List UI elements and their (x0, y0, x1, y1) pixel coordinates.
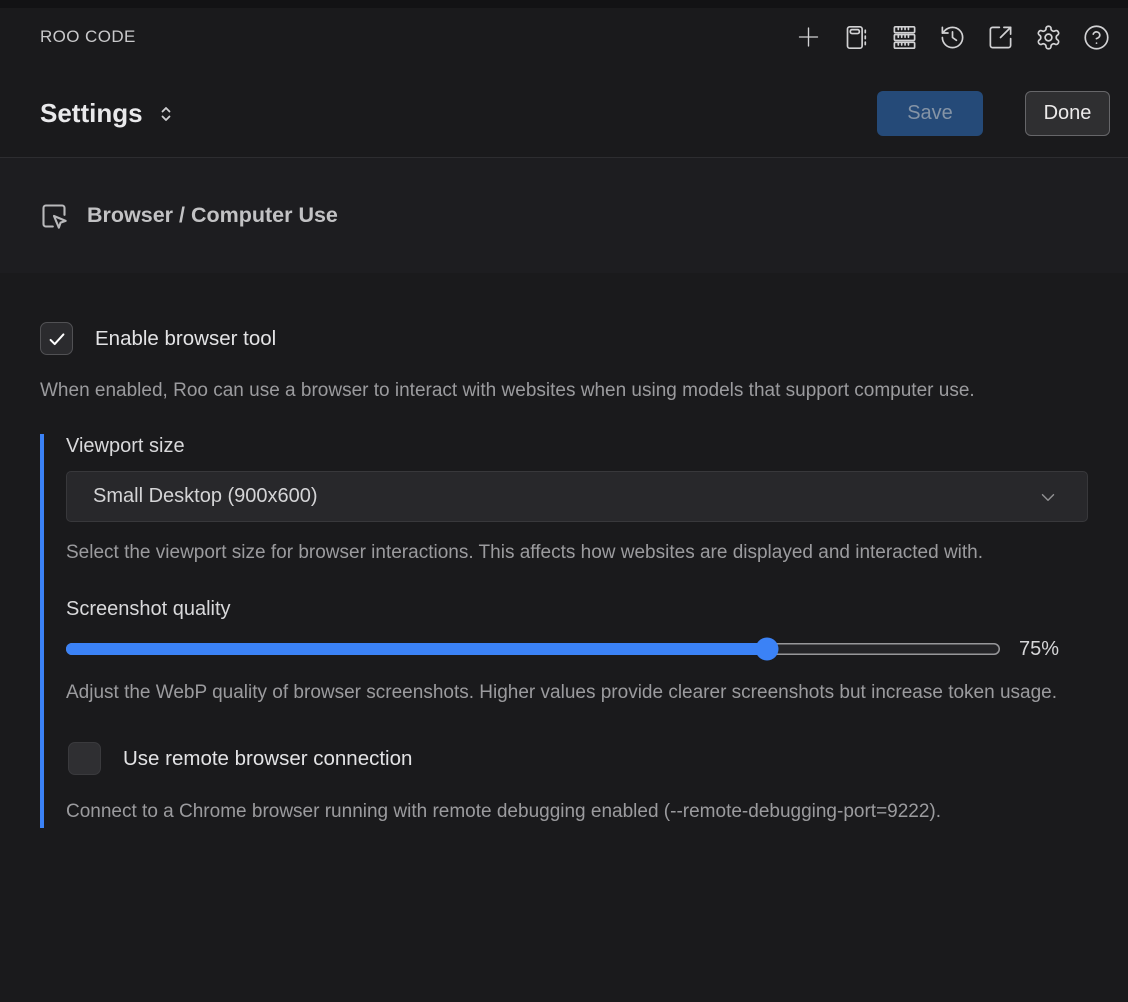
checkmark-icon (46, 328, 68, 350)
screenshot-quality-value: 75% (1019, 638, 1059, 661)
remote-browser-checkbox[interactable] (68, 742, 101, 775)
toolbar (795, 24, 1110, 51)
header: ROO CODE Se (0, 20, 1128, 136)
enable-browser-tool-label: Enable browser tool (95, 327, 276, 351)
chevron-down-icon (1037, 486, 1059, 508)
prompts-notepad-icon[interactable] (843, 24, 870, 51)
screenshot-quality-slider[interactable] (66, 643, 1000, 655)
square-mouse-pointer-icon (40, 202, 68, 230)
screenshot-quality-slider-row: 75% (66, 637, 1088, 661)
screenshot-quality-label: Screenshot quality (66, 597, 1088, 621)
save-button[interactable]: Save (877, 91, 983, 136)
viewport-size-label: Viewport size (66, 434, 1088, 458)
settings-content: Enable browser tool When enabled, Roo ca… (0, 322, 1128, 828)
section-header: Browser / Computer Use (0, 158, 1128, 273)
remote-browser-row: Use remote browser connection (66, 742, 1088, 775)
app-title: ROO CODE (40, 27, 136, 47)
viewport-size-select[interactable]: Small Desktop (900x600) (66, 471, 1088, 522)
open-in-editor-external-link-icon[interactable] (987, 24, 1014, 51)
mcp-servers-icon[interactable] (891, 24, 918, 51)
enable-browser-tool-row: Enable browser tool (40, 322, 1088, 355)
window-top-edge (0, 0, 1128, 8)
section-title: Browser / Computer Use (87, 203, 338, 228)
browser-options-subsection: Viewport size Small Desktop (900x600) Se… (40, 434, 1088, 828)
slider-fill (66, 643, 767, 655)
new-task-icon[interactable] (795, 24, 822, 51)
help-question-circle-icon[interactable] (1083, 24, 1110, 51)
remote-browser-label: Use remote browser connection (123, 747, 412, 771)
remote-browser-description: Connect to a Chrome browser running with… (66, 795, 1006, 828)
settings-gear-icon[interactable] (1035, 24, 1062, 51)
viewport-size-value: Small Desktop (900x600) (93, 485, 318, 508)
enable-browser-tool-checkbox[interactable] (40, 322, 73, 355)
screenshot-quality-description: Adjust the WebP quality of browser scree… (66, 676, 1086, 709)
section-unfold-chevrons-icon[interactable] (157, 103, 175, 125)
page-title: Settings (40, 98, 143, 129)
done-button[interactable]: Done (1025, 91, 1110, 136)
viewport-size-description: Select the viewport size for browser int… (66, 536, 1081, 569)
slider-thumb[interactable] (755, 638, 778, 661)
enable-browser-tool-description: When enabled, Roo can use a browser to i… (40, 374, 1050, 407)
history-clock-icon[interactable] (939, 24, 966, 51)
